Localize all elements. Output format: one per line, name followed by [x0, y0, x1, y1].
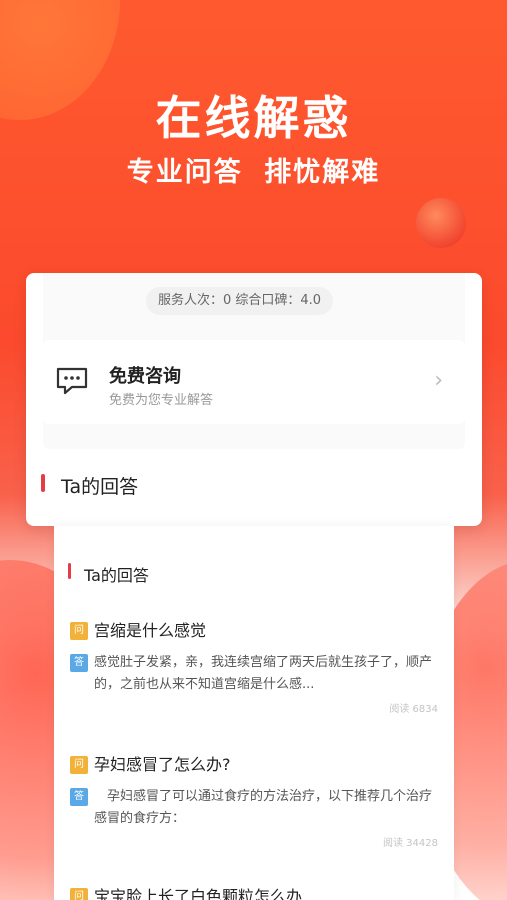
answer-badge: 答	[70, 788, 88, 806]
read-count: 阅读 34428	[383, 838, 438, 849]
question-badge: 问	[70, 756, 88, 774]
list-item[interactable]: 问宫缩是什么感觉 答 感觉肚子发紧，亲，我连续宫缩了两天后就生孩子了，顺产的，之…	[70, 622, 440, 715]
question-badge: 问	[70, 622, 88, 640]
question-text: 孕妇感冒了怎么办?	[94, 755, 231, 774]
chat-bubble-icon	[56, 367, 88, 395]
chevron-right-icon: ›	[434, 368, 443, 393]
free-consult-button[interactable]: 免费咨询 免费为您专业解答 ›	[43, 340, 465, 424]
answer-badge: 答	[70, 654, 88, 672]
consult-subtitle: 免费为您专业解答	[109, 393, 214, 408]
read-count: 阅读 6834	[389, 704, 438, 715]
consult-title: 免费咨询	[109, 366, 181, 387]
section-marker	[68, 563, 71, 579]
list-item[interactable]: 问宝宝脸上长了白色颗粒怎么办	[70, 888, 440, 900]
page-title: 在线解惑	[155, 91, 352, 145]
answer-text: 感觉肚子发紧，亲，我连续宫缩了两天后就生孩子了，顺产的，之前也从来不知道宫缩是什…	[94, 655, 433, 692]
question-text: 宝宝脸上长了白色颗粒怎么办	[94, 887, 303, 900]
stats-badge: 服务人次：0 综合口碑：4.0	[146, 287, 334, 315]
question-text: 宫缩是什么感觉	[94, 621, 207, 640]
card-section-title: Ta的回答	[61, 476, 139, 498]
decor-circle	[416, 198, 466, 248]
list-item[interactable]: 问孕妇感冒了怎么办? 答 孕妇感冒了可以通过食疗的方法治疗，以下推荐几个治疗感冒…	[70, 756, 440, 849]
page-subtitle: 专业问答 排忧解难	[126, 157, 381, 188]
section-marker	[41, 474, 45, 492]
question-badge: 问	[70, 888, 88, 900]
answer-text: 孕妇感冒了可以通过食疗的方法治疗，以下推荐几个治疗感冒的食疗方：	[94, 789, 433, 826]
sheet-section-title: Ta的回答	[84, 566, 149, 585]
